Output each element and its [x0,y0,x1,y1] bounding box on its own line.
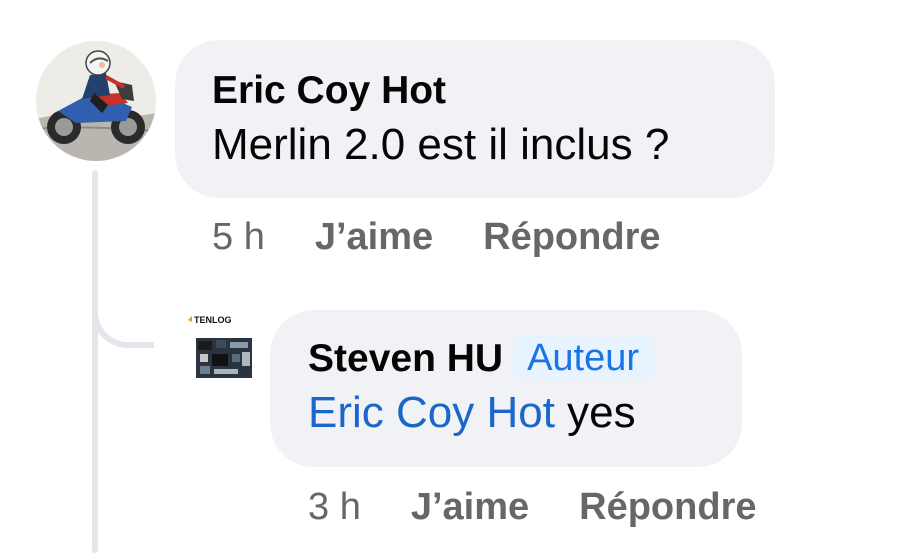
comment-text: Merlin 2.0 est il inclus ? [212,120,670,169]
reply-message: yes [554,388,636,437]
like-button[interactable]: J’aime [315,216,433,259]
comment-author[interactable]: Eric Coy Hot [212,68,446,114]
reply-timestamp[interactable]: 3 h [308,486,361,529]
reply-author[interactable]: Steven HU [308,336,503,382]
comment-actions: 5 h J’aime Répondre [212,216,711,259]
circuit-board-avatar-icon: TENLOG [186,314,256,384]
reply-avatar[interactable]: TENLOG [186,314,256,384]
reply-bubble: Steven HU Auteur Eric Coy Hot yes [270,310,742,467]
comment-timestamp[interactable]: 5 h [212,216,265,259]
comment-bubble: Eric Coy Hot Merlin 2.0 est il inclus ? [175,40,775,198]
mention-link[interactable]: Eric Coy Hot [308,388,555,437]
thread-line [92,170,98,553]
tenlog-logo-text: TENLOG [194,315,232,325]
comment-avatar[interactable] [36,41,156,161]
motorcycle-rider-avatar-icon [36,41,156,161]
reply-reply-button[interactable]: Répondre [579,486,756,529]
thread-connector [92,262,154,348]
reply-like-button[interactable]: J’aime [411,486,529,529]
reply-button[interactable]: Répondre [483,216,660,259]
author-badge: Auteur [513,336,654,380]
reply-text: Eric Coy Hot yes [308,386,704,440]
reply-actions: 3 h J’aime Répondre [308,486,807,529]
